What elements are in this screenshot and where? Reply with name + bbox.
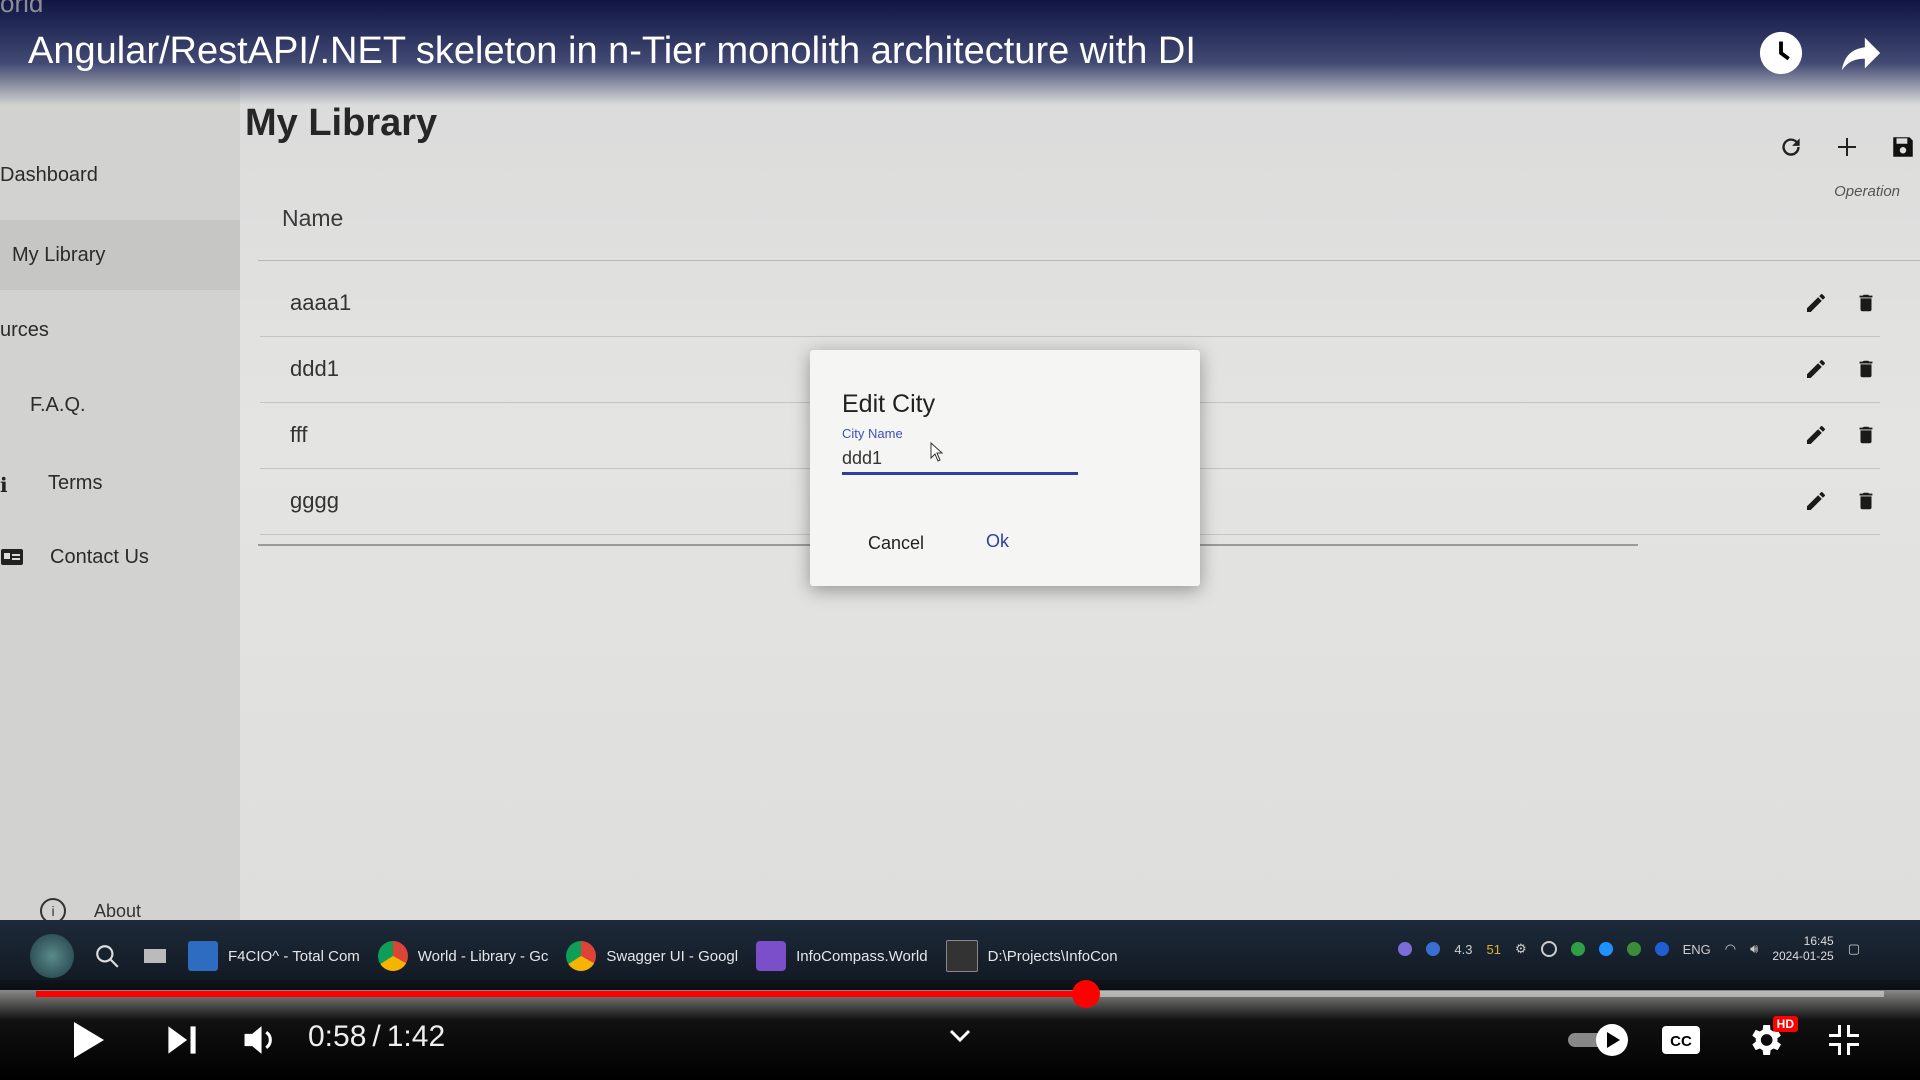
taskbar-app-label: F4CIO^ - Total Com	[228, 947, 360, 965]
dialog-title: Edit City	[842, 390, 936, 418]
next-icon[interactable]	[158, 1016, 206, 1064]
time-separator: /	[372, 1020, 381, 1053]
progress-bar[interactable]	[36, 980, 1884, 1008]
edit-city-dialog: Edit City City Name Cancel Ok	[810, 350, 1200, 586]
tray-value: 4.3	[1454, 941, 1473, 957]
video-title[interactable]: Angular/RestAPI/.NET skeleton in n-Tier …	[28, 30, 1196, 73]
share-icon[interactable]	[1838, 30, 1884, 76]
cancel-button[interactable]: Cancel	[862, 532, 930, 555]
settings-icon[interactable]: HD	[1742, 1016, 1798, 1064]
ok-button[interactable]: Ok	[980, 530, 1015, 553]
settings-gear-tray-icon[interactable]: ⚙	[1515, 941, 1527, 957]
tray-blue-icon[interactable]	[1598, 942, 1613, 956]
time-display: 0:58/1:42	[308, 1020, 445, 1054]
total-commander-icon	[188, 941, 218, 971]
clock-date: 2024-01-25	[1772, 949, 1834, 963]
taskbar-app-chrome-library[interactable]: World - Library - Gc	[377, 941, 549, 971]
city-name-input[interactable]	[842, 444, 1078, 475]
tray-app-icon[interactable]	[1426, 942, 1441, 956]
taskbar-app-chrome-swagger[interactable]: Swagger UI - Googl	[566, 941, 738, 971]
mouse-cursor-icon	[930, 441, 944, 468]
duration: 1:42	[386, 1020, 446, 1053]
language-indicator[interactable]: ENG	[1683, 942, 1711, 957]
taskbar-app-label: World - Library - Gc	[417, 947, 549, 965]
corner-text: orld	[0, 0, 44, 18]
taskbar-app-visual-studio[interactable]: InfoCompass.World	[756, 941, 928, 971]
player-top-bar: orld Angular/RestAPI/.NET skeleton in n-…	[0, 0, 1920, 105]
dialog-overlay: Edit City City Name Cancel Ok	[0, 0, 1920, 1080]
taskbar-app-label: InfoCompass.World	[796, 947, 928, 965]
taskbar-app-label: D:\Projects\InfoCon	[987, 947, 1118, 965]
visual-studio-icon	[756, 941, 787, 971]
taskbar-app-total-commander[interactable]: F4CIO^ - Total Com	[188, 941, 360, 971]
bluetooth-icon[interactable]	[1654, 942, 1669, 956]
svg-text:CC: CC	[1670, 1033, 1692, 1050]
taskbar-clock[interactable]: 16:45 2024-01-25	[1772, 934, 1833, 964]
chevron-down-icon[interactable]	[940, 1012, 980, 1060]
chrome-icon	[377, 941, 408, 971]
clock-time: 16:45	[1803, 934, 1834, 948]
taskbar-app-label: Swagger UI - Googl	[606, 947, 739, 965]
taskbar-app-terminal[interactable]: D:\Projects\InfoCon	[945, 940, 1118, 972]
search-icon[interactable]	[92, 941, 122, 971]
hd-badge: HD	[1772, 1016, 1798, 1032]
terminal-icon	[945, 940, 978, 972]
shield-icon[interactable]	[1626, 942, 1641, 956]
autoplay-toggle[interactable]	[1566, 1016, 1632, 1064]
tray-green-icon[interactable]	[1570, 942, 1585, 956]
chrome-icon	[566, 941, 597, 971]
fullscreen-exit-icon[interactable]	[1822, 1016, 1866, 1064]
progress-scrubber[interactable]	[1071, 980, 1100, 1008]
system-tray: 4.3 51 ⚙ ENG ◠ 🔊︎ 16:45 2024-01-25 ▢	[1398, 934, 1860, 964]
task-view-icon[interactable]	[140, 941, 170, 971]
notification-icon[interactable]: ▢	[1848, 941, 1860, 957]
tray-value: 51	[1486, 941, 1501, 957]
current-time: 0:58	[308, 1020, 367, 1053]
app-screen: Dashboard My Library urces F.A.Q. ℹ Term…	[0, 0, 1920, 1080]
tray-ring-icon[interactable]	[1540, 941, 1557, 957]
wifi-icon[interactable]: ◠	[1725, 941, 1736, 957]
start-button-icon[interactable]	[30, 934, 74, 978]
play-icon[interactable]	[64, 1016, 112, 1064]
city-name-label: City Name	[842, 426, 903, 441]
progress-played	[36, 991, 1086, 997]
watch-later-icon[interactable]	[1758, 30, 1804, 76]
volume-icon[interactable]	[236, 1016, 284, 1064]
captions-icon[interactable]: CC	[1660, 1016, 1702, 1064]
viber-icon[interactable]	[1398, 942, 1413, 956]
speaker-icon[interactable]: 🔊︎	[1750, 941, 1758, 957]
